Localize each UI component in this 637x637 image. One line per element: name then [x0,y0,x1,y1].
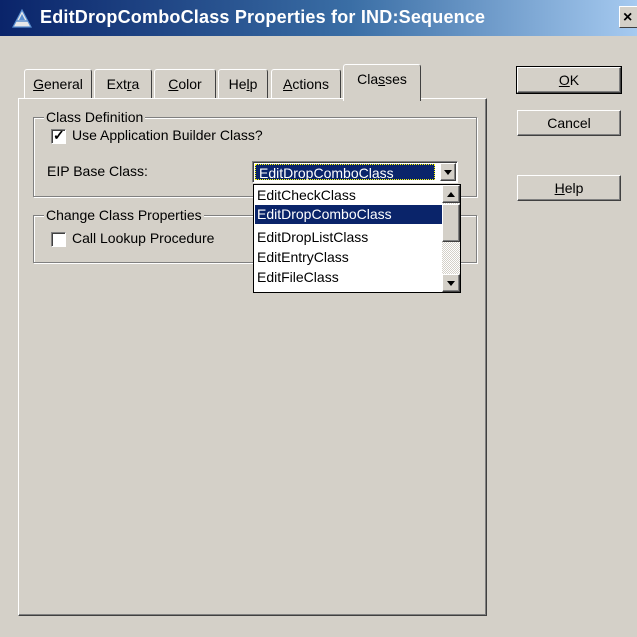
close-icon: × [623,9,633,26]
tab-label-part: He [228,76,247,92]
ok-label: K [569,72,580,88]
tab-label-part: ses [385,71,407,87]
tab-color[interactable]: Color [154,69,216,99]
use-app-builder-checkbox[interactable]: ✓ [51,127,66,144]
class-dropdown-list[interactable]: EditCheckClass EditDropComboClass EditDr… [253,184,461,293]
window-title: EditDropComboClass Properties for IND:Se… [40,7,486,27]
cancel-label: Cancel [547,115,591,131]
help-label: elp [564,180,584,196]
help-button[interactable]: Help [517,175,621,201]
dropdown-scrollbar[interactable] [442,185,460,292]
help-accel-key: H [554,180,565,196]
eip-base-class-value: EditDropComboClass [255,164,435,181]
tab-label-part: Ext [106,76,127,92]
checkmark-icon: ✓ [53,127,65,143]
dropdown-item[interactable]: EditFileClass [255,268,442,287]
scroll-down-button[interactable] [442,274,460,292]
tab-help[interactable]: Help [218,69,268,99]
tab-label-part: a [131,76,140,92]
app-icon [12,9,32,28]
change-class-properties-label: Change Class Properties [44,207,204,223]
tab-classes[interactable]: Classes [343,64,421,101]
scroll-thumb[interactable] [442,204,460,242]
close-button[interactable]: × [619,6,637,28]
ok-accel-key: O [558,72,570,88]
tab-accel-key: G [33,76,44,92]
chevron-down-icon [444,170,452,175]
arrow-down-icon [447,281,455,286]
tab-accel-key: C [168,76,179,92]
eip-base-class-label: EIP Base Class: [47,163,148,179]
class-definition-label: Class Definition [44,109,146,125]
tab-label-part: p [249,76,258,92]
dropdown-item[interactable]: EditCheckClass [255,186,442,205]
tab-actions[interactable]: Actions [271,69,341,99]
classes-tab-panel: Class Definition ✓ Use Application Build… [18,98,487,616]
combo-dropdown-button[interactable] [440,163,456,181]
call-lookup-label: Call Lookup Procedure [72,230,215,246]
tab-label-part: olor [178,76,202,92]
dropdown-item[interactable]: EditEntryClass [255,248,442,267]
dropdown-item-selected[interactable]: EditDropComboClass [255,205,442,224]
properties-dialog: EditDropComboClass Properties for IND:Se… [0,0,637,637]
use-app-builder-label: Use Application Builder Class? [72,127,263,143]
title-bar[interactable]: EditDropComboClass Properties for IND:Se… [0,0,637,36]
scroll-up-button[interactable] [442,185,460,203]
tab-extra[interactable]: Extra [94,69,152,99]
eip-base-class-combo[interactable]: EditDropComboClass [252,161,458,183]
ok-button[interactable]: OK [516,66,622,94]
tab-label-part: ctions [292,76,329,92]
tab-label-part: Cla [357,71,379,87]
dropdown-item[interactable]: EditDropListClass [255,228,442,247]
tab-label-part: eneral [43,76,83,92]
arrow-up-icon [447,192,455,197]
tab-general[interactable]: General [24,69,92,99]
tab-accel-key: A [283,76,293,92]
cancel-button[interactable]: Cancel [517,110,621,136]
call-lookup-checkbox[interactable] [51,232,66,247]
